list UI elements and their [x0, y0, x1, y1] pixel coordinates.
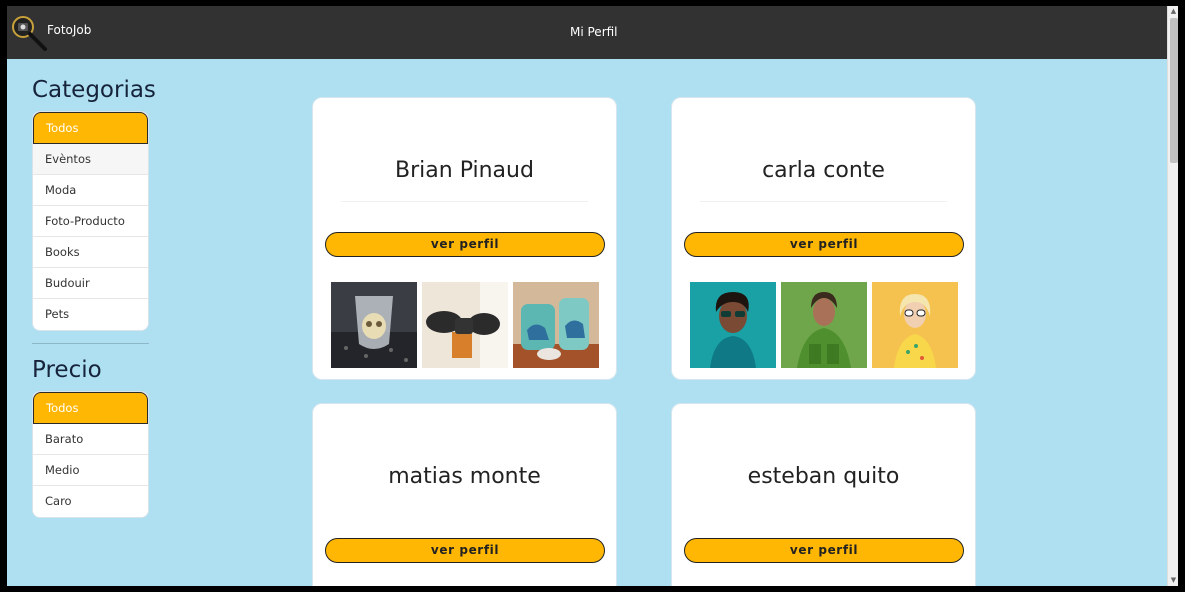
portfolio-photo[interactable] [513, 282, 599, 368]
view-profile-button[interactable]: ver perfil [325, 538, 605, 563]
categories-title: Categorias [32, 77, 156, 103]
my-profile-link[interactable]: Mi Perfil [570, 25, 618, 39]
portfolio-photo[interactable] [331, 282, 417, 368]
portfolio-thumbnails [331, 282, 601, 368]
category-item-books[interactable]: Books [33, 237, 148, 268]
category-item-foto-producto[interactable]: Foto-Producto [33, 206, 148, 237]
view-profile-button[interactable]: ver perfil [684, 232, 964, 257]
category-item-moda[interactable]: Moda [33, 175, 148, 206]
categories-list: Todos Evèntos Moda Foto-Producto Books B… [32, 111, 149, 331]
photographer-card: Brian Pinaud ver perfil [312, 97, 617, 380]
view-profile-button[interactable]: ver perfil [684, 538, 964, 563]
portfolio-photo[interactable] [781, 282, 867, 368]
card-divider [341, 201, 588, 202]
app-frame: FotoJob Mi Perfil Categorias Todos Evènt… [7, 6, 1178, 586]
portfolio-photo[interactable] [690, 282, 776, 368]
scrollbar-thumb[interactable] [1170, 18, 1178, 163]
category-item-eventos[interactable]: Evèntos [33, 144, 148, 175]
portfolio-thumbnails [690, 282, 960, 368]
brand-name[interactable]: FotoJob [47, 23, 91, 37]
photographer-card: carla conte ver perfil [671, 97, 976, 380]
price-item-todos[interactable]: Todos [33, 392, 148, 424]
vertical-scrollbar[interactable]: ▲ ▼ [1167, 6, 1178, 586]
portfolio-photo[interactable] [872, 282, 958, 368]
photographer-name: carla conte [762, 158, 885, 183]
scroll-down-icon[interactable]: ▼ [1169, 576, 1178, 585]
category-item-budouir[interactable]: Budouir [33, 268, 148, 299]
photographer-name: esteban quito [747, 464, 900, 489]
view-profile-button[interactable]: ver perfil [325, 232, 605, 257]
sidebar-divider [32, 343, 149, 344]
photographer-name: matias monte [388, 464, 541, 489]
price-title: Precio [32, 357, 102, 383]
price-item-caro[interactable]: Caro [33, 486, 148, 517]
scroll-up-icon[interactable]: ▲ [1169, 7, 1178, 16]
photographer-name: Brian Pinaud [395, 158, 534, 183]
price-item-barato[interactable]: Barato [33, 424, 148, 455]
category-item-todos[interactable]: Todos [33, 112, 148, 144]
category-item-pets[interactable]: Pets [33, 299, 148, 330]
price-item-medio[interactable]: Medio [33, 455, 148, 486]
photographer-card: matias monte ver perfil [312, 403, 617, 586]
portfolio-photo[interactable] [422, 282, 508, 368]
magnifier-camera-icon[interactable] [9, 12, 49, 52]
price-list: Todos Barato Medio Caro [32, 391, 149, 518]
photographer-card: esteban quito ver perfil [671, 403, 976, 586]
navbar: FotoJob Mi Perfil [7, 6, 1167, 59]
card-divider [700, 201, 947, 202]
